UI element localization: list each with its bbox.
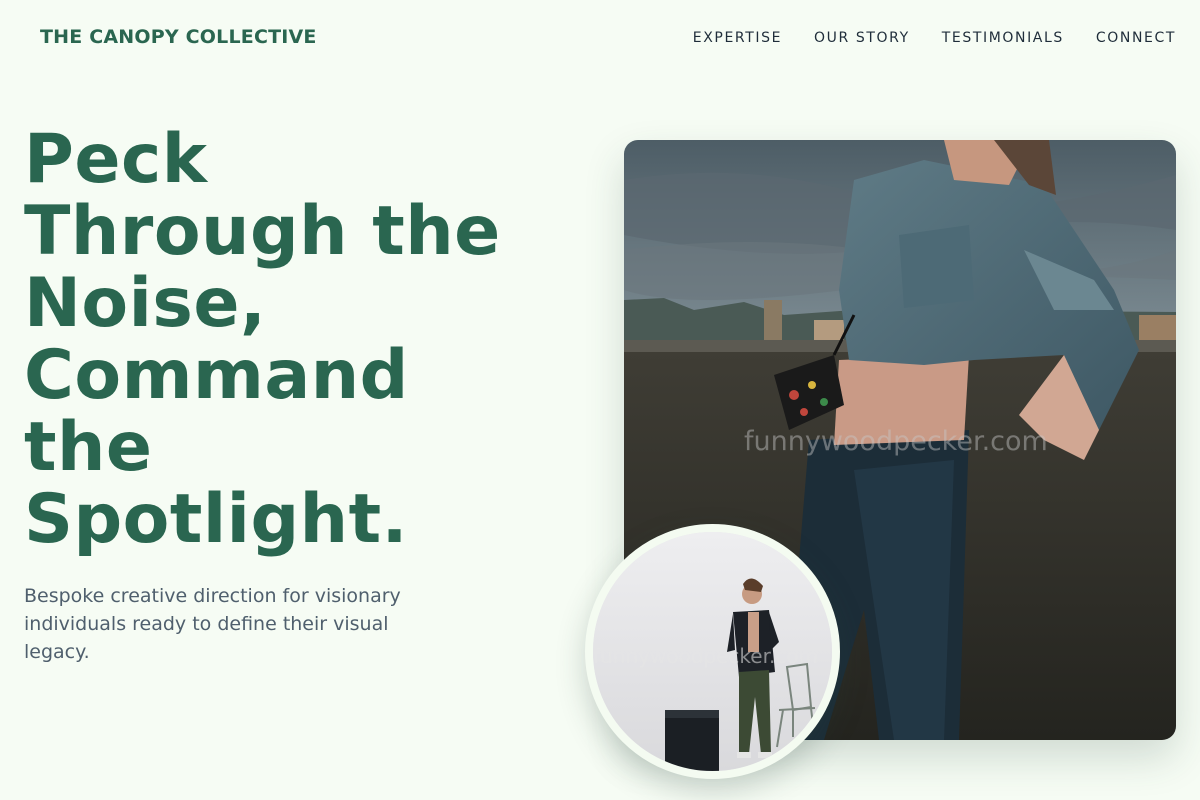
hero-title-line: Through the	[24, 192, 501, 271]
nav-link-testimonials[interactable]: TESTIMONIALS	[942, 30, 1064, 46]
nav-link-expertise[interactable]: EXPERTISE	[693, 30, 782, 46]
brand-logo-link[interactable]: THE CANOPY COLLECTIVE	[40, 26, 317, 48]
hero-subtitle: Bespoke creative direction for visionary…	[24, 585, 401, 663]
hero-title-line: Command	[24, 336, 409, 415]
hero-title-line: Spotlight.	[24, 480, 408, 559]
hero-circle-photo: funnywoodpecker.com	[585, 524, 840, 779]
hero-title: Peck Through the Noise, Command the Spot…	[24, 124, 584, 556]
hero-title-line: the	[24, 408, 153, 487]
nav-link-our-story[interactable]: OUR STORY	[814, 30, 910, 46]
hero-title-line: Noise,	[24, 264, 267, 343]
studio-portrait-illustration	[593, 532, 832, 771]
hero-title-line: Peck	[24, 120, 208, 199]
main-nav: EXPERTISE OUR STORY TESTIMONIALS CONNECT	[693, 30, 1176, 46]
nav-link-connect[interactable]: CONNECT	[1096, 30, 1176, 46]
